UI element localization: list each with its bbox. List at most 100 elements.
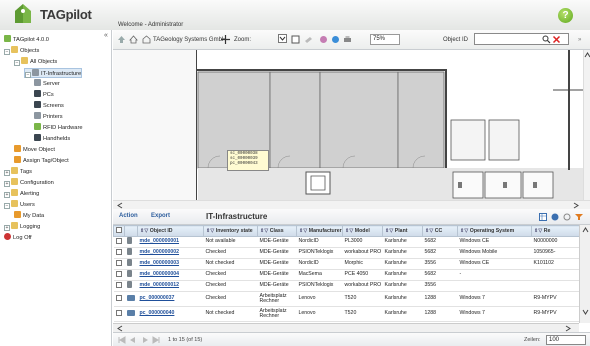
sidebar-item[interactable]: + Tags bbox=[4, 167, 32, 177]
chevron-down-icon[interactable] bbox=[278, 34, 287, 43]
action-menu[interactable]: Action bbox=[119, 213, 138, 219]
export-menu[interactable]: Export bbox=[151, 213, 170, 219]
sidebar-item[interactable]: − All Objects bbox=[14, 57, 57, 67]
sidebar-item[interactable]: − IT-Infrastructure bbox=[24, 68, 83, 78]
table-row[interactable]: mde_000000001 Not available MDE-Geräte Nord… bbox=[113, 236, 579, 248]
table-row[interactable]: mde_000000003 Not checked MDE-Geräte Nordic… bbox=[113, 258, 579, 270]
floor-plan-map[interactable] bbox=[113, 50, 583, 200]
sidebar-item[interactable]: Move Object bbox=[14, 145, 55, 155]
scroll-left-icon[interactable] bbox=[117, 325, 123, 332]
sidebar-item[interactable]: RFID Hardware bbox=[34, 123, 83, 133]
table-cell[interactable]: mde_000000002 bbox=[137, 247, 204, 259]
table-cell[interactable]: mde_000000001 bbox=[137, 236, 204, 248]
sort-filter-icon[interactable]: ⇕▽ bbox=[260, 228, 270, 234]
grid-view-icon[interactable] bbox=[539, 213, 547, 221]
refresh-icon[interactable] bbox=[563, 213, 571, 221]
row-checkbox[interactable] bbox=[115, 270, 122, 277]
row-checkbox[interactable] bbox=[115, 281, 122, 288]
tree-toggle-icon[interactable]: + bbox=[4, 192, 10, 198]
tree-toggle-icon[interactable]: − bbox=[4, 49, 10, 55]
scroll-up-icon[interactable] bbox=[582, 227, 589, 233]
column-header[interactable]: ⇕▽ CC bbox=[422, 225, 458, 237]
sort-filter-icon[interactable]: ⇕▽ bbox=[460, 228, 470, 234]
sidebar-item[interactable]: Log Off bbox=[4, 233, 32, 243]
help-icon[interactable]: ? bbox=[558, 8, 573, 23]
column-header[interactable]: ⇕▽ Class bbox=[257, 225, 297, 237]
toolbar-more-icon[interactable]: » bbox=[578, 35, 581, 45]
sort-filter-icon[interactable]: ⇕▽ bbox=[385, 228, 395, 234]
sort-filter-icon[interactable]: ⇕▽ bbox=[345, 228, 355, 234]
row-checkbox[interactable] bbox=[115, 309, 122, 316]
tree-toggle-icon[interactable]: + bbox=[4, 225, 10, 231]
table-cell[interactable]: mde_000000012 bbox=[137, 280, 204, 292]
sidebar-item[interactable]: Handhelds bbox=[34, 134, 70, 144]
sidebar-item[interactable]: Printers bbox=[34, 112, 63, 122]
tree-toggle-icon[interactable]: − bbox=[4, 203, 10, 209]
object-id-link[interactable]: mde_000000004 bbox=[140, 271, 180, 278]
scroll-right-icon[interactable] bbox=[565, 325, 571, 332]
row-checkbox[interactable] bbox=[115, 248, 122, 255]
search-icon[interactable] bbox=[542, 35, 551, 44]
object-id-link[interactable]: pc_000000040 bbox=[140, 310, 175, 317]
sidebar-item[interactable]: + Logging bbox=[4, 222, 40, 232]
select-all-checkbox[interactable] bbox=[116, 227, 122, 233]
sidebar-item[interactable]: Assign Tag/Object bbox=[14, 156, 69, 166]
column-header[interactable]: ⇕▽ Plant bbox=[382, 225, 423, 237]
checkbox-icon[interactable] bbox=[291, 35, 300, 44]
object-id-link[interactable]: mde_000000001 bbox=[140, 238, 180, 245]
object-id-link[interactable]: mde_000000002 bbox=[140, 249, 180, 256]
sort-filter-icon[interactable]: ⇕▽ bbox=[206, 228, 216, 234]
table-vertical-scrollbar[interactable] bbox=[579, 225, 590, 323]
table-row[interactable]: mde_000000012 Checked MDE-Geräte PSIONTeklo… bbox=[113, 280, 579, 292]
scroll-down-icon[interactable] bbox=[582, 309, 589, 315]
table-row[interactable]: mde_000000004 Checked MDE-Geräte MacSema PCE… bbox=[113, 269, 579, 281]
collapse-sidebar-icon[interactable]: « bbox=[104, 32, 108, 39]
layers-icon[interactable] bbox=[304, 35, 313, 44]
tree-toggle-icon[interactable]: + bbox=[4, 181, 10, 187]
row-checkbox[interactable] bbox=[115, 294, 122, 301]
tree-toggle-icon[interactable]: − bbox=[25, 72, 31, 78]
filter-icon[interactable] bbox=[575, 213, 583, 221]
sort-filter-icon[interactable]: ⇕▽ bbox=[140, 228, 150, 234]
row-checkbox[interactable] bbox=[115, 259, 122, 266]
move-icon[interactable] bbox=[221, 35, 230, 44]
sidebar-item[interactable]: − Objects bbox=[4, 46, 39, 56]
table-horizontal-scrollbar[interactable] bbox=[113, 323, 579, 332]
pager-nav-icons[interactable] bbox=[117, 336, 162, 344]
column-header[interactable]: ⇕▽ Manufacturer bbox=[296, 225, 343, 237]
column-header[interactable] bbox=[113, 225, 125, 237]
globe-icon[interactable] bbox=[331, 35, 340, 44]
scroll-up-icon[interactable] bbox=[584, 52, 590, 58]
sidebar-item[interactable]: TAGpilot 4.0.0 bbox=[4, 35, 49, 45]
sidebar-item[interactable]: + Alerting bbox=[4, 189, 39, 199]
sidebar-item[interactable]: + Configuration bbox=[4, 178, 54, 188]
sort-filter-icon[interactable]: ⇕▽ bbox=[534, 228, 544, 234]
table-cell[interactable]: mde_000000003 bbox=[137, 258, 204, 270]
sidebar-item[interactable]: My Data bbox=[14, 211, 44, 221]
object-id-link[interactable]: mde_000000003 bbox=[140, 260, 180, 267]
sort-filter-icon[interactable]: ⇕▽ bbox=[425, 228, 435, 234]
tag-icon[interactable] bbox=[319, 35, 328, 44]
settings-icon[interactable] bbox=[551, 213, 559, 221]
home-icon[interactable] bbox=[129, 35, 138, 44]
building-icon[interactable] bbox=[142, 35, 151, 44]
zoom-select[interactable]: 75% bbox=[370, 34, 400, 45]
tree-toggle-icon[interactable]: − bbox=[14, 60, 20, 66]
map-horizontal-scrollbar[interactable] bbox=[113, 200, 590, 209]
column-header[interactable]: ⇕▽ Object ID bbox=[137, 225, 204, 237]
scroll-left-icon[interactable] bbox=[117, 202, 123, 209]
tree-toggle-icon[interactable]: + bbox=[4, 170, 10, 176]
table-cell[interactable]: pc_000000037 bbox=[137, 291, 204, 307]
column-header[interactable]: ⇕▽ Inventory state bbox=[203, 225, 258, 237]
sort-filter-icon[interactable]: ⇕▽ bbox=[299, 228, 309, 234]
table-row[interactable]: mde_000000002 Checked MDE-Geräte PSIONTeklo… bbox=[113, 247, 579, 259]
column-header[interactable]: ⇕▽ Operating System bbox=[457, 225, 532, 237]
table-row[interactable]: pc_000000037 Checked Arbeitsplatz Rechner L… bbox=[113, 291, 579, 307]
rows-per-page-select[interactable]: 100 bbox=[546, 335, 586, 345]
map-object-tooltip[interactable]: sc_00000038 sc_00000039 pc_00000043 bbox=[227, 150, 269, 171]
print-icon[interactable] bbox=[343, 35, 352, 44]
sidebar-item[interactable]: − Users bbox=[4, 200, 35, 210]
object-id-link[interactable]: mde_000000012 bbox=[140, 282, 180, 289]
scroll-right-icon[interactable] bbox=[573, 202, 579, 209]
sidebar-item[interactable]: PCs bbox=[34, 90, 54, 100]
